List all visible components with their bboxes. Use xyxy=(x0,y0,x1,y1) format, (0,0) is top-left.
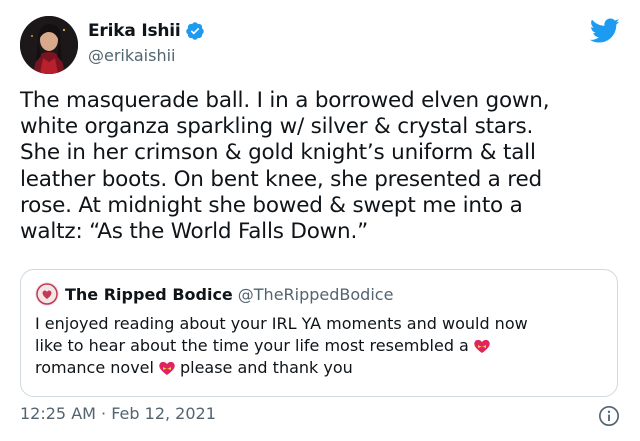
tweet-text-line: The masquerade ball. I in a borrowed elv… xyxy=(20,88,550,113)
tweet-card: Erika Ishii @erikaishii The masquerade b… xyxy=(0,0,640,441)
quoted-text-segment: romance novel xyxy=(35,358,154,377)
quoted-text-line: romance novel please and thank you xyxy=(35,357,605,379)
quoted-tweet[interactable]: The Ripped Bodice @TheRippedBodice I enj… xyxy=(20,269,618,397)
tweet-timestamp[interactable]: 12:25 AM · Feb 12, 2021 xyxy=(20,404,216,423)
heart-with-ribbon-icon xyxy=(472,336,492,354)
tweet-text-line: rose. At midnight she bowed & swept me i… xyxy=(20,192,523,218)
twitter-bird-icon[interactable] xyxy=(590,18,620,44)
tweet-date: Feb 12, 2021 xyxy=(111,404,216,423)
quoted-author-handle[interactable]: @TheRippedBodice xyxy=(238,285,394,304)
verified-badge-icon xyxy=(185,21,205,41)
avatar-image xyxy=(20,16,78,74)
tweet-time: 12:25 AM xyxy=(20,404,96,423)
quoted-text-line: like to hear about the time your life mo… xyxy=(35,335,605,357)
info-icon[interactable] xyxy=(598,405,620,427)
quoted-text-segment: like to hear about the time your life mo… xyxy=(35,336,469,355)
tweet-text-line: waltz: “As the World Falls Down.” xyxy=(20,219,369,245)
author-display-name[interactable]: Erika Ishii xyxy=(88,21,181,41)
quoted-author-avatar[interactable] xyxy=(35,282,59,306)
timestamp-separator: · xyxy=(95,404,112,423)
author-handle[interactable]: @erikaishii xyxy=(88,46,205,66)
tweet-text-line: She in her crimson & gold knight’s unifo… xyxy=(20,140,536,166)
quoted-tweet-text: I enjoyed reading about your IRL YA mome… xyxy=(35,313,605,379)
quoted-tweet-header: The Ripped Bodice @TheRippedBodice xyxy=(35,282,393,306)
author-info: Erika Ishii @erikaishii xyxy=(88,20,205,66)
tweet-text-line: leather boots. On bent knee, she present… xyxy=(20,166,542,192)
quoted-text-line: I enjoyed reading about your IRL YA mome… xyxy=(35,314,528,333)
heart-with-ribbon-icon xyxy=(157,358,177,376)
quoted-text-segment: please and thank you xyxy=(179,358,353,377)
author-avatar[interactable] xyxy=(20,16,78,74)
quoted-author-name[interactable]: The Ripped Bodice xyxy=(65,285,233,304)
tweet-text-line: white organza sparkling w/ silver & crys… xyxy=(20,114,534,140)
tweet-text: The masquerade ball. I in a borrowed elv… xyxy=(20,88,625,245)
